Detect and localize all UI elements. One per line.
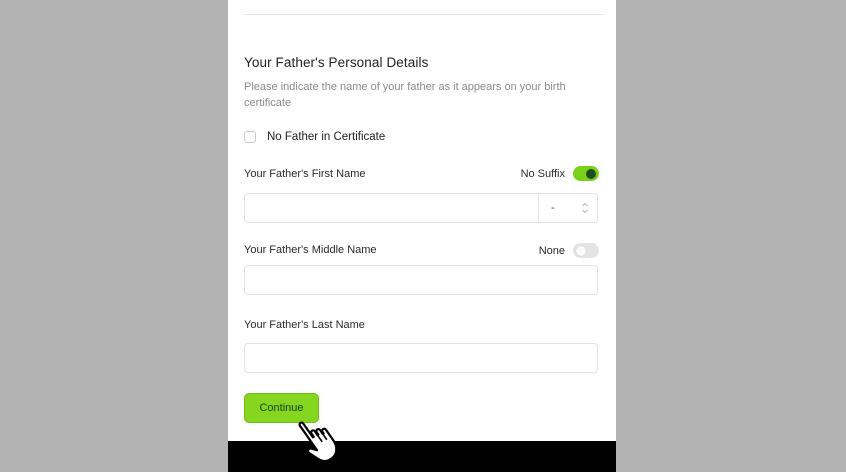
none-label: None xyxy=(538,244,565,257)
no-suffix-label: No Suffix xyxy=(520,167,565,180)
section-description: Please indicate the name of your father … xyxy=(244,81,566,109)
last-name-input[interactable] xyxy=(244,343,598,373)
suffix-select[interactable]: - xyxy=(538,193,598,223)
no-father-checkbox-label: No Father in Certificate xyxy=(267,131,386,143)
none-toggle[interactable] xyxy=(573,243,599,258)
no-father-checkbox-row[interactable]: No Father in Certificate xyxy=(244,129,385,145)
form-panel: Your Father's Personal Details Please in… xyxy=(228,0,616,441)
none-toggle-group: None xyxy=(539,243,599,258)
toggle-knob xyxy=(586,168,596,179)
no-suffix-toggle-group: No Suffix xyxy=(521,166,599,181)
no-suffix-toggle[interactable] xyxy=(573,166,599,181)
toggle-knob xyxy=(576,245,586,256)
section-title: Your Father's Personal Details xyxy=(244,55,429,70)
last-name-label: Your Father's Last Name xyxy=(244,319,365,331)
middle-name-input[interactable] xyxy=(244,265,598,295)
up-down-stepper-icon xyxy=(582,202,588,214)
hand-pointer-icon xyxy=(298,421,338,463)
bottom-black-bar xyxy=(228,441,616,472)
middle-name-label: Your Father's Middle Name xyxy=(244,244,377,256)
no-father-checkbox[interactable] xyxy=(244,131,256,143)
top-divider xyxy=(244,14,604,15)
suffix-select-value: - xyxy=(551,202,555,214)
first-name-label: Your Father's First Name xyxy=(244,168,366,180)
